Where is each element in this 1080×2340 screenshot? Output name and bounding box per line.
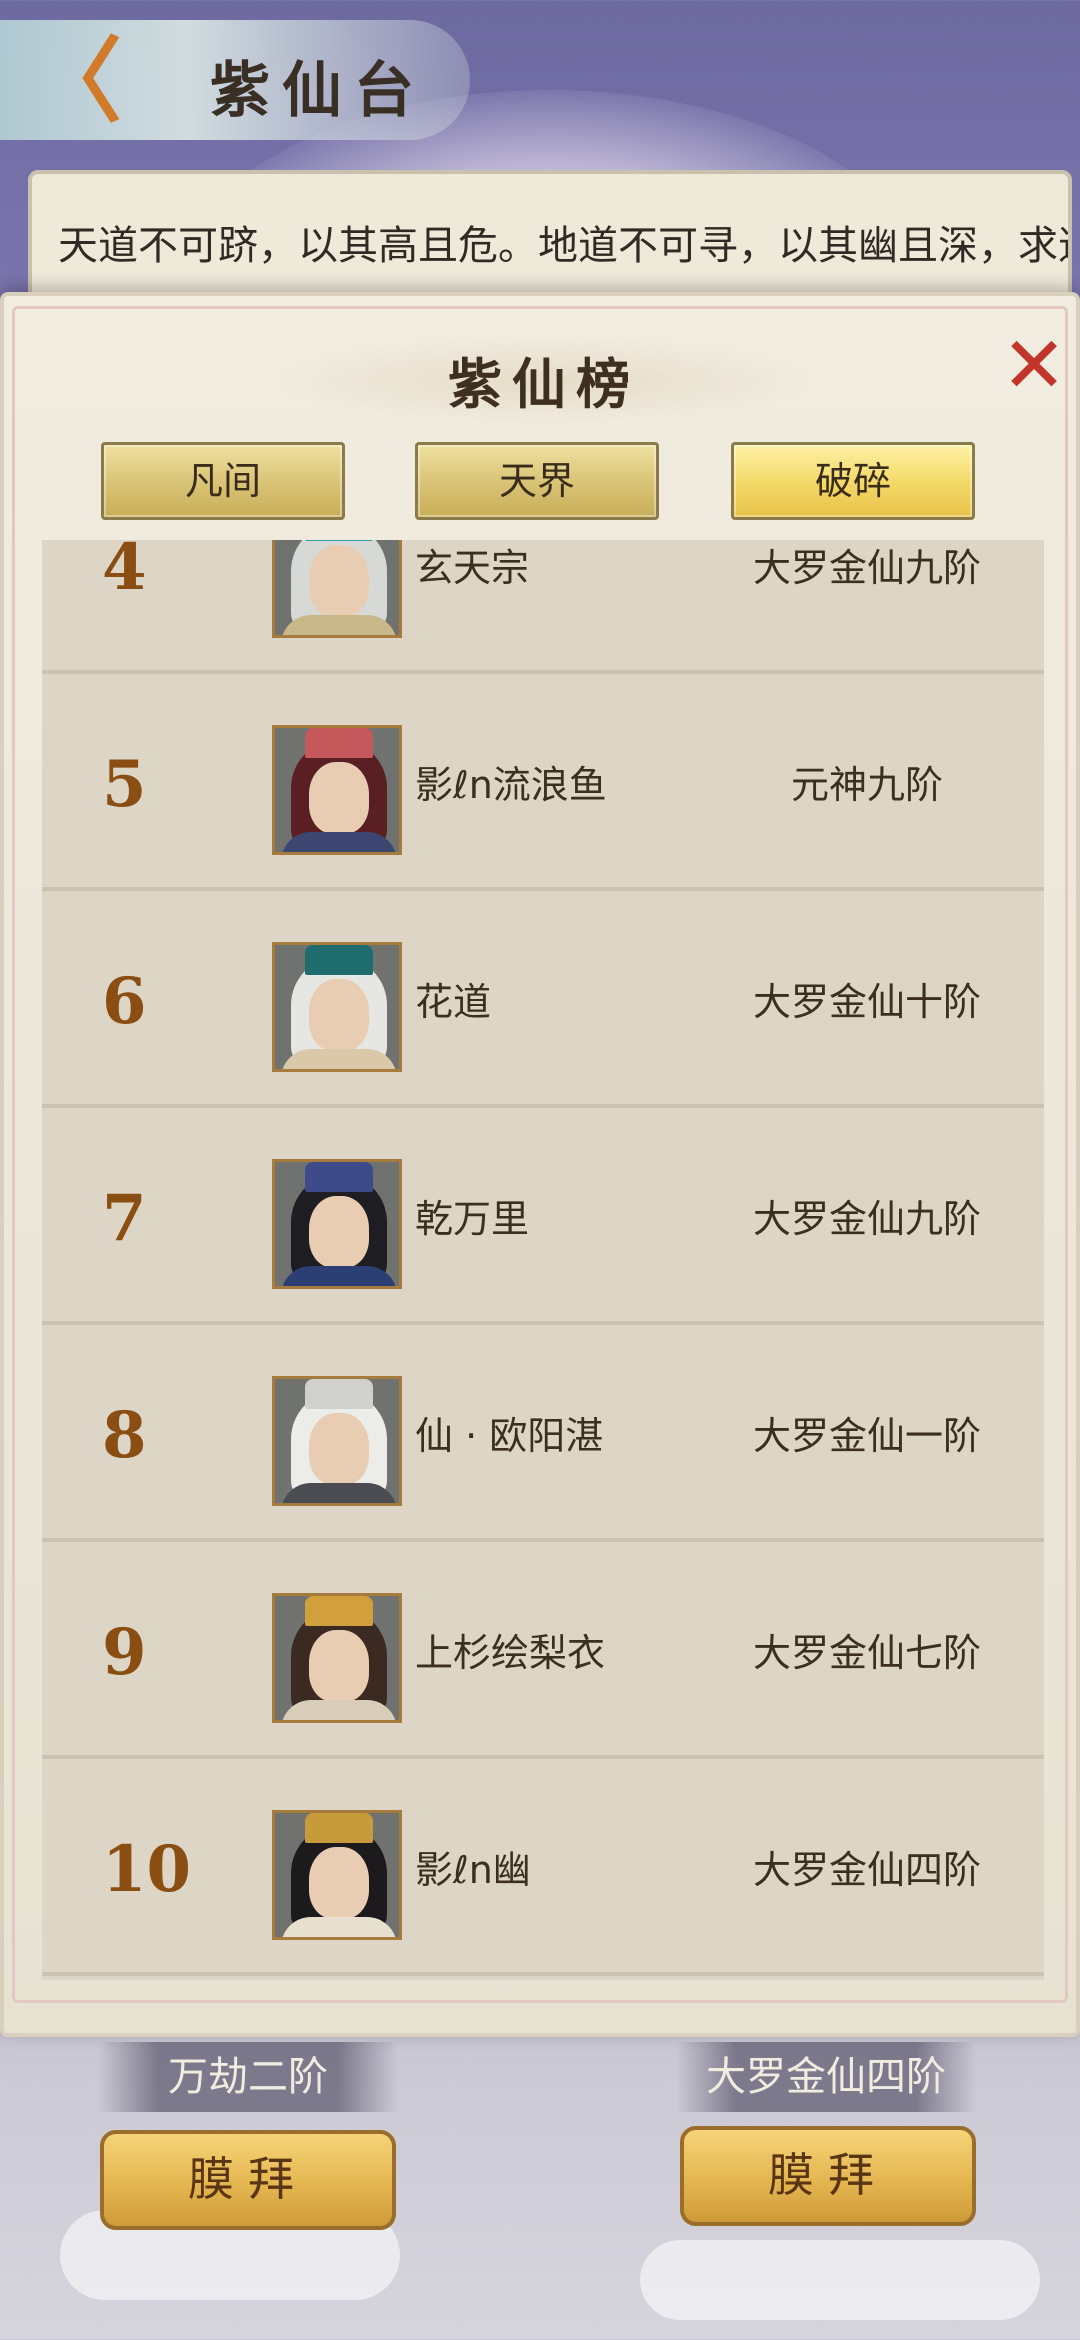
avatar-face [309,1847,369,1919]
rank-number: 9 [102,1615,147,1690]
avatar-robe [281,1266,397,1286]
ranking-row[interactable]: 7 乾万里 大罗金仙九阶 [42,1113,1044,1325]
player-realm: 大罗金仙四阶 [752,1848,981,1892]
avatar-crown [305,728,373,758]
left-realm-label: 万劫二阶 [98,2042,398,2112]
modal-title-banner: 紫仙榜 [274,336,814,426]
avatar-crown [305,945,373,975]
player-realm: 大罗金仙七阶 [752,1631,981,1675]
avatar[interactable] [272,1159,402,1289]
ranking-row[interactable]: 4 玄天宗 大罗金仙九阶 [42,540,1044,674]
avatar[interactable] [272,1376,402,1506]
avatar-face [309,545,369,617]
player-realm: 大罗金仙十阶 [752,980,981,1024]
avatar-crown [305,1596,373,1626]
player-realm: 元神九阶 [790,763,943,807]
tab-mortal[interactable]: 凡间 [101,442,345,520]
avatar-robe [281,832,397,852]
page-title: 紫仙台 [210,56,426,126]
avatar-crown [305,1379,373,1409]
ranking-list[interactable]: 4 玄天宗 大罗金仙九阶 5 影ℓn流浪鱼 元神九阶 6 花道 大罗金仙十阶 7… [42,540,1044,1980]
worship-button-left[interactable]: 膜拜 [100,2130,396,2230]
ranking-row[interactable]: 8 仙 · 欧阳湛 大罗金仙一阶 [42,1330,1044,1542]
avatar-crown [305,540,373,541]
rank-number: 6 [102,964,147,1039]
player-name: 影ℓn流浪鱼 [415,763,607,807]
avatar[interactable] [272,725,402,855]
player-realm: 大罗金仙一阶 [752,1414,981,1458]
player-name: 仙 · 欧阳湛 [415,1414,604,1458]
avatar-face [309,762,369,834]
avatar-robe [281,1917,397,1937]
player-name: 影ℓn幽 [415,1848,531,1892]
rank-number: 8 [102,1398,147,1473]
avatar-crown [305,1813,373,1843]
modal-title: 紫仙榜 [448,352,640,416]
avatar-robe [281,1700,397,1720]
tab-heaven[interactable]: 天界 [415,442,659,520]
rank-number: 4 [102,540,147,605]
top-header: 〈 紫仙台 [0,0,1080,170]
tab-shattered[interactable]: 破碎 [731,442,975,520]
avatar-crown [305,1162,373,1192]
avatar-face [309,1413,369,1485]
rank-number: 10 [102,1832,192,1907]
close-icon[interactable]: ✕ [999,327,1069,405]
avatar[interactable] [272,942,402,1072]
rank-number: 7 [102,1181,147,1256]
back-arrow-icon[interactable]: 〈 [30,35,122,127]
background-cloud [640,2240,1040,2320]
player-realm: 大罗金仙九阶 [752,546,981,590]
ranking-modal: 紫仙榜 ✕ 凡间 天界 破碎 4 玄天宗 大罗金仙九阶 5 影ℓn流浪鱼 元神九… [0,292,1080,2037]
player-name: 花道 [415,980,492,1024]
avatar-robe [281,615,397,635]
ranking-row[interactable]: 9 上杉绘梨衣 大罗金仙七阶 [42,1547,1044,1759]
worship-button-right[interactable]: 膜拜 [680,2126,976,2226]
ranking-row[interactable]: 6 花道 大罗金仙十阶 [42,896,1044,1108]
player-realm: 大罗金仙九阶 [752,1197,981,1241]
avatar[interactable] [272,1810,402,1940]
description-text: 天道不可跻，以其高且危。地道不可寻，以其幽且深，求道者无数，如果道非有求，退拉耀… [58,223,1068,269]
player-name: 上杉绘梨衣 [415,1631,606,1675]
player-name: 玄天宗 [415,546,530,590]
rank-number: 5 [102,747,147,822]
player-name: 乾万里 [415,1197,530,1241]
right-realm-label: 大罗金仙四阶 [676,2042,976,2112]
avatar-face [309,979,369,1051]
avatar-robe [281,1483,397,1503]
avatar-face [309,1630,369,1702]
tab-bar: 凡间 天界 破碎 [4,442,1080,522]
avatar-face [309,1196,369,1268]
avatar[interactable] [272,1593,402,1723]
avatar-robe [281,1049,397,1069]
ranking-row[interactable]: 5 影ℓn流浪鱼 元神九阶 [42,679,1044,891]
avatar[interactable] [272,540,402,638]
ranking-row[interactable]: 10 影ℓn幽 大罗金仙四阶 [42,1764,1044,1976]
